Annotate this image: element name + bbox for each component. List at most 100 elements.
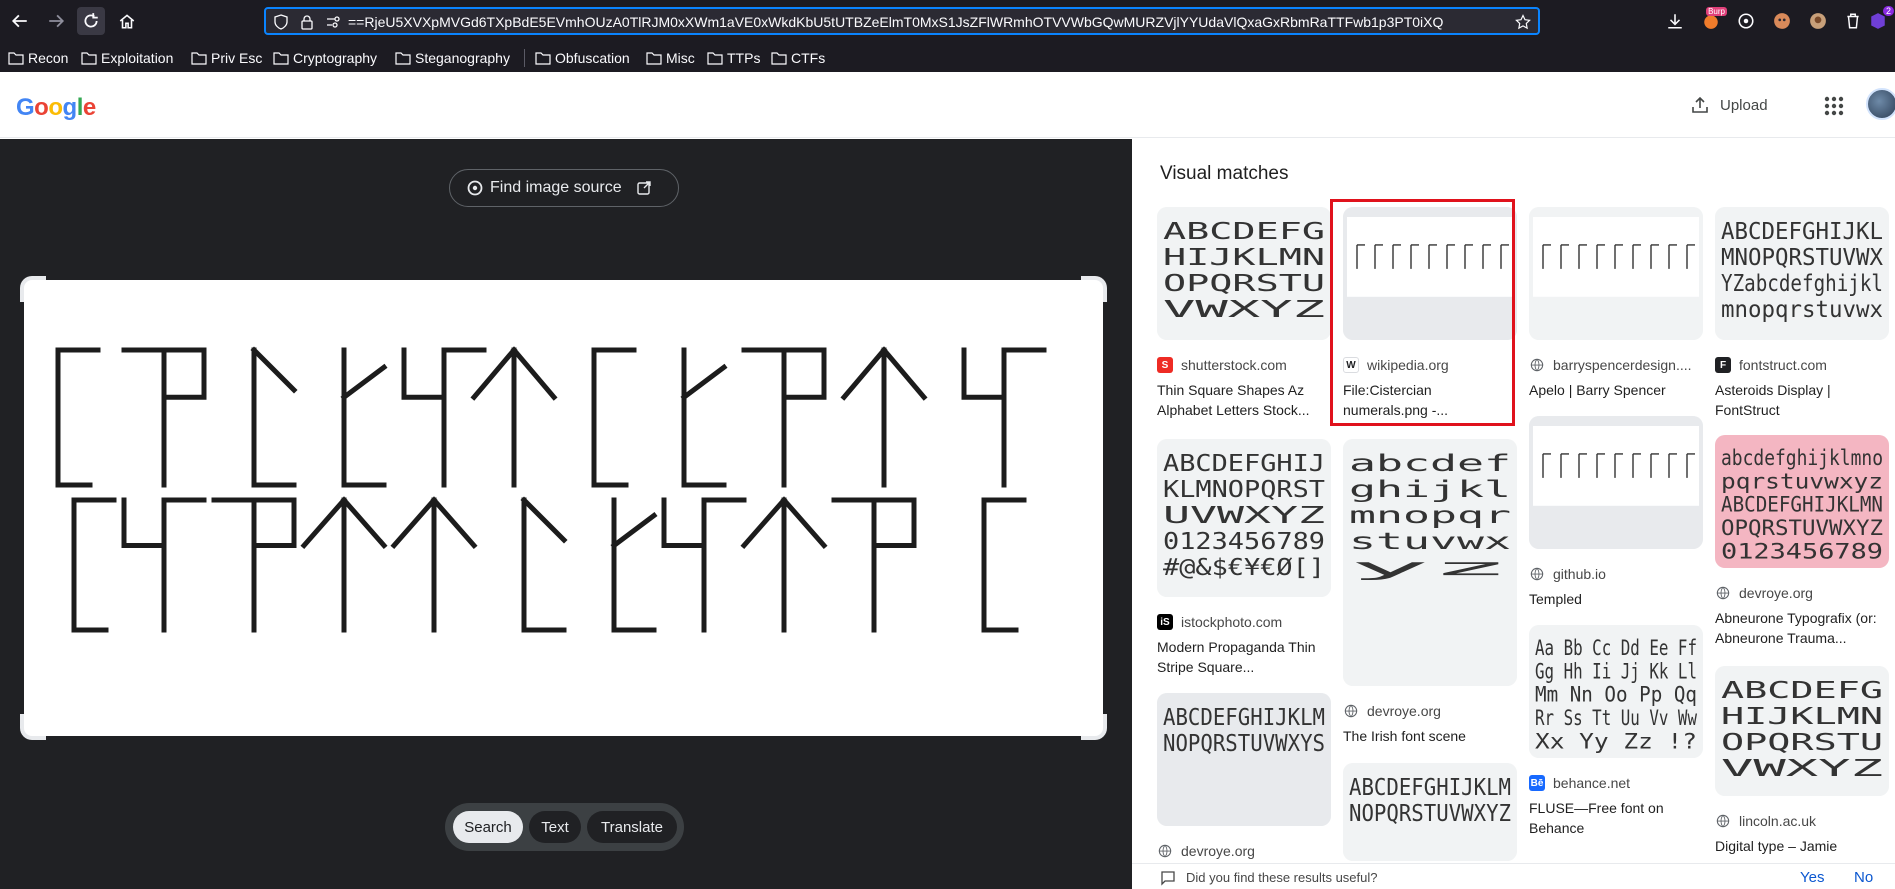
- result-source[interactable]: barryspencerdesign....: [1529, 356, 1703, 374]
- reload-button[interactable]: [77, 7, 105, 35]
- visual-matches-title: Visual matches: [1160, 163, 1289, 184]
- svg-text:ABCDEFGHIJKLM: ABCDEFGHIJKLM: [1349, 773, 1511, 801]
- glyph-stroke: [401, 347, 487, 488]
- back-button[interactable]: [6, 7, 34, 35]
- result-thumbnail[interactable]: ABCDEFGHIJKLMNOPQRSTUVWXYZ: [1343, 763, 1517, 861]
- bookmark-folder-misc[interactable]: Misc: [646, 47, 695, 69]
- result-thumbnail[interactable]: [1529, 416, 1703, 549]
- result-thumbnail-art: ABCDEFGHIJKLMNOPQRSTUVWXYS: [1157, 693, 1331, 826]
- result-title[interactable]: Asteroids Display | FontStruct: [1715, 380, 1889, 420]
- result-title[interactable]: The Irish font scene: [1343, 726, 1517, 746]
- result-thumbnail[interactable]: ABCDEFGHIJKLM NOPQRSTUVWXYS: [1157, 693, 1331, 826]
- feedback-icon: [1161, 871, 1175, 886]
- result-source[interactable]: github.io: [1529, 565, 1703, 583]
- crop-handle-top-left[interactable]: [20, 276, 46, 302]
- result-title[interactable]: Templed: [1529, 589, 1703, 609]
- svg-text:Xx Yy Zz !?: Xx Yy Zz !?: [1535, 728, 1697, 753]
- result-thumbnail[interactable]: abcdef ghijkl mnopqr stuvwx yz: [1343, 439, 1517, 686]
- url-bar[interactable]: RjeU5XVXpMVGd6TXpBdE5EVmhOUzA0TlRJM0xXWm…: [264, 7, 1540, 35]
- result-thumbnail[interactable]: ABCDEFGHIJKLMNOPQRSTUVWXYZ: [1157, 207, 1331, 340]
- result-source[interactable]: Ffontstruct.com: [1715, 356, 1889, 374]
- reload-icon: [84, 13, 98, 28]
- result-title[interactable]: Digital type – Jamie: [1715, 836, 1889, 856]
- clipboard-icon[interactable]: [1808, 9, 1832, 33]
- bookmark-folder-exploitation[interactable]: Exploitation: [81, 47, 173, 69]
- crop-handle-top-right[interactable]: [1081, 276, 1107, 302]
- result-source-label: devroye.org: [1739, 585, 1813, 601]
- bookmark-folder-ctfs[interactable]: CTFs: [771, 47, 825, 69]
- result-title[interactable]: Modern Propaganda Thin Stripe Square...: [1157, 637, 1331, 677]
- bookmark-folder-cryptography[interactable]: Cryptography: [273, 47, 377, 69]
- result-source[interactable]: Sshutterstock.com: [1157, 356, 1331, 374]
- svg-text:ghijkl: ghijkl: [1349, 475, 1511, 503]
- result-thumbnail[interactable]: ABCDEFGHIJ KLMNOPQRST UVWXYZ 0123456789 #@&$…: [1157, 439, 1331, 597]
- result-thumbnail-art: abcdefghijklmnopqrstuvwxyz: [1343, 439, 1517, 686]
- notification-extension-icon[interactable]: 2: [1866, 6, 1894, 33]
- glyph-stroke: [250, 346, 298, 488]
- svg-text:KLMNOPQRST: KLMNOPQRST: [1163, 475, 1325, 503]
- svg-text:VWXYZ: VWXYZ: [1721, 754, 1883, 782]
- upload-icon: [1692, 96, 1708, 113]
- svg-text:NOPQRSTUVWXYS: NOPQRSTUVWXYS: [1163, 729, 1325, 757]
- mode-search-button[interactable]: Search: [453, 811, 523, 843]
- feedback-yes-button[interactable]: Yes: [1800, 869, 1824, 886]
- result-source[interactable]: iS istockphoto.com: [1157, 613, 1331, 631]
- settings-extension-icon[interactable]: [1734, 9, 1758, 33]
- site-favicon-icon: [1715, 585, 1731, 601]
- mode-translate-button[interactable]: Translate: [587, 811, 677, 843]
- find-image-source-label: Find image source: [490, 179, 622, 196]
- result-source[interactable]: devroye.org: [1343, 702, 1517, 720]
- result-title[interactable]: FLUSE—Free font on Behance: [1529, 798, 1703, 838]
- result-source[interactable]: devroye.org: [1157, 842, 1331, 860]
- star-icon[interactable]: [1514, 13, 1532, 31]
- svg-text:0123456789: 0123456789: [1163, 527, 1325, 555]
- bookmark-folder-priv-esc[interactable]: Priv Esc: [191, 47, 262, 69]
- navigation-toolbar: RjeU5XVXpMVGd6TXpBdE5EVmhOUzA0TlRJM0xXWm…: [0, 0, 1895, 42]
- result-title[interactable]: Apelo | Barry Spencer: [1529, 380, 1703, 400]
- bookmark-label: TTPs: [727, 50, 761, 66]
- crop-handle-bottom-right[interactable]: [1081, 714, 1107, 740]
- google-header: Google Upload: [0, 72, 1895, 138]
- upload-button[interactable]: Upload: [1690, 92, 1768, 118]
- crop-handle-bottom-left[interactable]: [20, 714, 46, 740]
- result-source[interactable]: Bē behance.net: [1529, 774, 1703, 792]
- bookmark-folder-steganography[interactable]: Steganography: [395, 47, 510, 69]
- bookmark-folder-obfuscation[interactable]: Obfuscation: [535, 47, 630, 69]
- result-title[interactable]: Abneurone Typografix (or: Abneurone Trau…: [1715, 608, 1889, 648]
- trash-icon[interactable]: [1841, 9, 1865, 33]
- permissions-icon[interactable]: [324, 13, 342, 31]
- svg-text:Mm Nn Oo Pp Qq: Mm Nn Oo Pp Qq: [1535, 682, 1697, 707]
- site-favicon-icon: F: [1715, 357, 1731, 373]
- image-crop-selection[interactable]: [20, 276, 1107, 740]
- google-apps-icon[interactable]: [1822, 94, 1846, 118]
- burp-extension-icon[interactable]: Burp: [1699, 7, 1727, 33]
- result-thumbnail[interactable]: [1529, 207, 1703, 340]
- download-icon[interactable]: [1663, 9, 1687, 33]
- profile-extension-icon[interactable]: [1770, 9, 1794, 33]
- bookmark-folder-recon[interactable]: Recon: [8, 47, 68, 69]
- lock-icon[interactable]: [298, 13, 316, 31]
- feedback-no-button[interactable]: No: [1854, 869, 1873, 886]
- result-thumbnail[interactable]: Aa Bb Cc Dd Ee Ff Gg Hh Ii Jj Kk Ll Mm Nn …: [1529, 625, 1703, 758]
- bookmark-folder-ttps[interactable]: TTPs: [707, 47, 760, 69]
- google-logo[interactable]: Google: [16, 94, 96, 122]
- mode-text-button[interactable]: Text: [529, 811, 581, 843]
- result-source[interactable]: devroye.org: [1715, 584, 1889, 602]
- forward-button[interactable]: [42, 7, 70, 35]
- url-text[interactable]: RjeU5XVXpMVGd6TXpBdE5EVmhOUzA0TlRJM0xXWm…: [348, 14, 1506, 30]
- selected-result-highlight: [1330, 199, 1515, 426]
- result-thumbnail[interactable]: abcdefghijklmno pqrstuvwxyz ABCDEFGHIJKLMN…: [1715, 435, 1889, 568]
- find-image-source-button[interactable]: Find image source: [449, 169, 679, 207]
- result-title[interactable]: Thin Square Shapes Az Alphabet Letters S…: [1157, 380, 1331, 420]
- shield-icon[interactable]: [272, 13, 290, 31]
- result-source[interactable]: lincoln.ac.uk: [1715, 812, 1889, 830]
- google-logo-letter: o: [34, 94, 49, 121]
- site-favicon-icon: [1529, 357, 1545, 373]
- svg-text:ABCDEFG: ABCDEFG: [1721, 676, 1883, 704]
- home-button[interactable]: [113, 7, 141, 35]
- result-thumbnail[interactable]: ABCDEFGHIJKLMNOPQRSTUVWXYZ: [1715, 666, 1889, 796]
- site-favicon-icon: iS: [1157, 614, 1173, 630]
- glyph-stroke: [211, 497, 297, 633]
- result-thumbnail[interactable]: ABCDEFGHIJKL MNOPQRSTUVWX YZabcdefghijkl mn…: [1715, 207, 1889, 340]
- account-avatar[interactable]: [1866, 88, 1895, 120]
